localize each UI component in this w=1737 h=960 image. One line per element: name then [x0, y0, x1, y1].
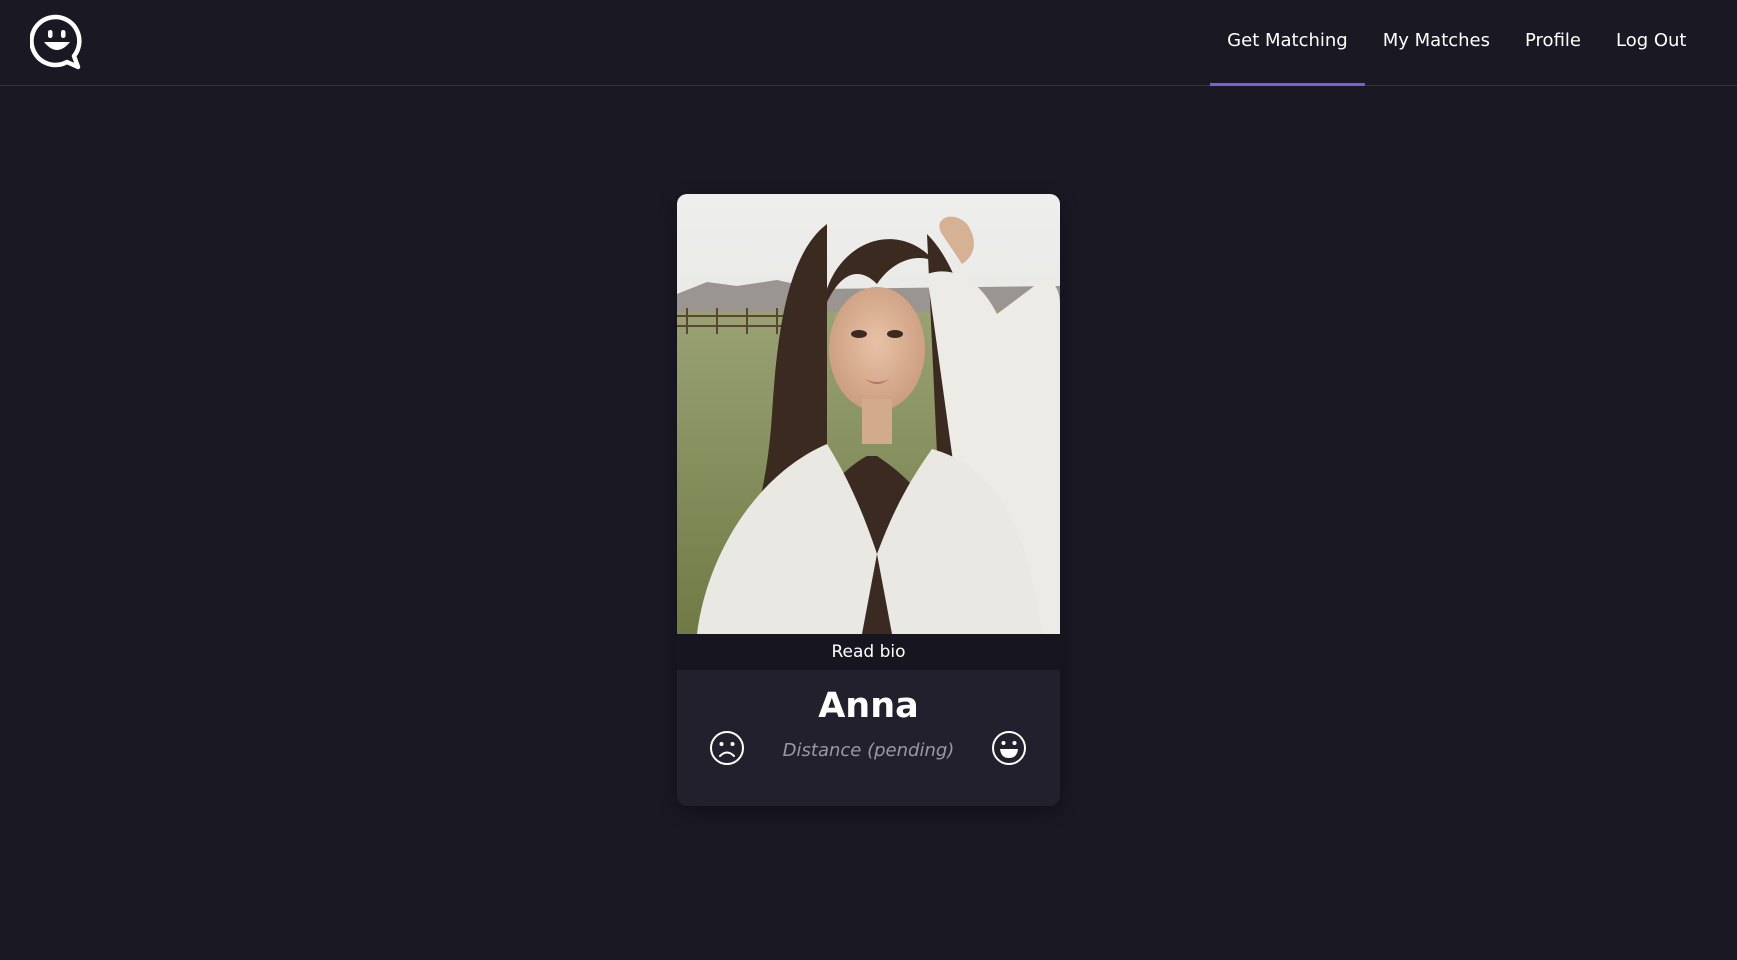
nav-profile[interactable]: Profile — [1508, 0, 1599, 86]
nav-get-matching[interactable]: Get Matching — [1209, 0, 1366, 86]
profile-photo — [677, 194, 1060, 634]
read-bio-button[interactable]: Read bio — [677, 634, 1060, 670]
match-name: Anna — [818, 686, 919, 726]
nav-log-out[interactable]: Log Out — [1598, 0, 1704, 86]
top-navbar: Get Matching My Matches Profile Log Out — [0, 0, 1737, 86]
nav-my-matches-label: My Matches — [1382, 30, 1491, 51]
main-nav: Get Matching My Matches Profile Log Out — [1209, 0, 1737, 86]
match-card: Read bio Anna Distance (pending) — [677, 194, 1060, 806]
nav-my-matches[interactable]: My Matches — [1365, 0, 1507, 86]
nav-profile-label: Profile — [1525, 30, 1581, 51]
read-bio-label: Read bio — [831, 642, 906, 662]
logo-chat-smile-icon[interactable] — [30, 14, 84, 70]
nav-log-out-label: Log Out — [1615, 30, 1687, 51]
match-info: Anna Distance (pending) — [677, 670, 1060, 806]
nav-get-matching-label: Get Matching — [1227, 30, 1348, 51]
like-happy-face-icon[interactable] — [991, 730, 1027, 766]
dislike-sad-face-icon[interactable] — [709, 730, 745, 766]
